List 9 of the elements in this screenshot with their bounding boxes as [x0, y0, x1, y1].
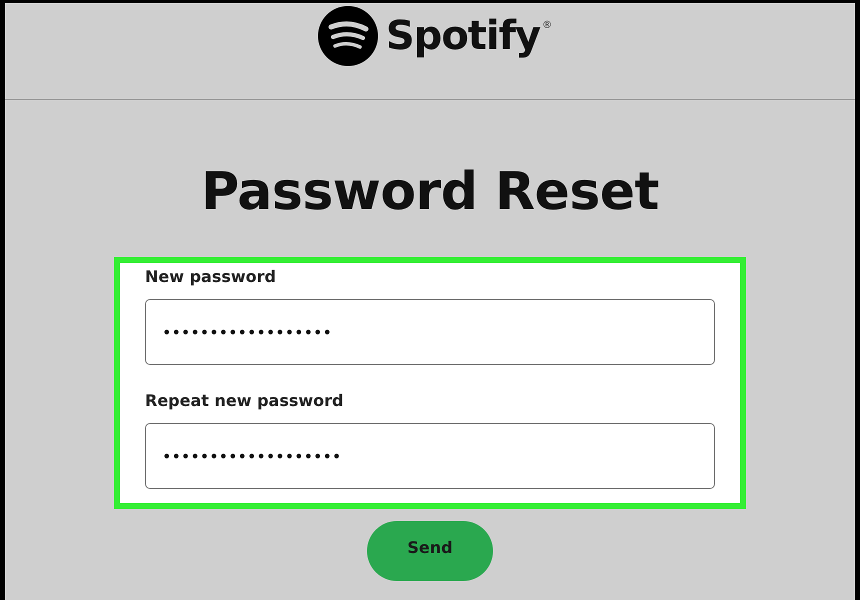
page-title: Password Reset	[201, 162, 659, 222]
field-label: New password	[145, 267, 278, 286]
password-field[interactable]: •••••••••••••••••••	[145, 423, 715, 489]
registered-mark: ®	[542, 20, 552, 31]
logo-text: Spotify	[386, 13, 540, 59]
password-field[interactable]: ••••••••••••••••••	[145, 299, 715, 365]
field-label: Repeat new password	[145, 391, 344, 410]
spotify-logo-icon	[318, 6, 378, 66]
send-button[interactable]: Send	[367, 521, 493, 581]
